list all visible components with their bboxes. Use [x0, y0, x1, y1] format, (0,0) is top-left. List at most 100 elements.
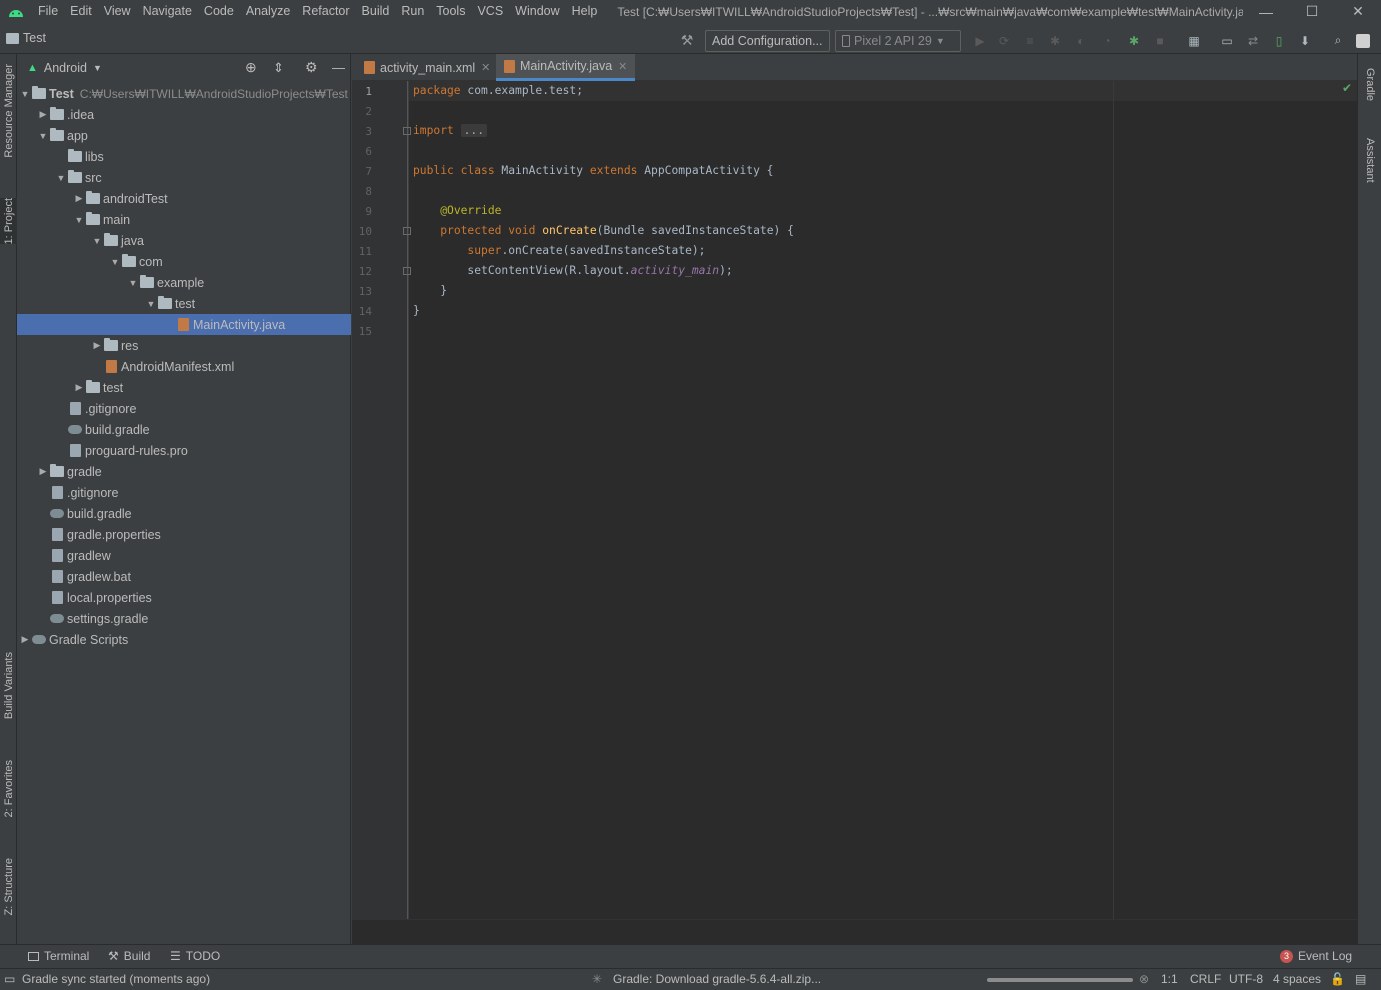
- lock-icon[interactable]: 🔓: [1330, 972, 1345, 986]
- tree-item[interactable]: gradle.properties: [17, 524, 351, 545]
- menu-view[interactable]: View: [98, 0, 137, 23]
- device-manager-icon[interactable]: ▯: [1271, 30, 1287, 51]
- tab-gradle[interactable]: Gradle: [1358, 68, 1381, 101]
- locate-icon[interactable]: ⊕: [245, 59, 257, 76]
- tree-item[interactable]: gradlew: [17, 545, 351, 566]
- fold-marker-icon[interactable]: [403, 267, 411, 275]
- code-line[interactable]: }: [413, 304, 420, 317]
- expand-arrow-down-icon[interactable]: ▼: [37, 130, 49, 142]
- expand-arrow-right-icon[interactable]: ▶: [91, 340, 103, 352]
- add-configuration-button[interactable]: Add Configuration...: [705, 29, 830, 52]
- expand-arrow-down-icon[interactable]: ▼: [55, 172, 67, 184]
- file-encoding[interactable]: UTF-8: [1229, 972, 1263, 986]
- rerun-icon[interactable]: ⟳: [997, 30, 1011, 51]
- breadcrumb-project[interactable]: Test: [23, 31, 46, 45]
- tree-item[interactable]: MainActivity.java: [17, 314, 351, 335]
- menu-tools[interactable]: Tools: [430, 0, 471, 23]
- tab-structure[interactable]: Z: Structure: [0, 858, 17, 915]
- expand-arrow-right-icon[interactable]: ▶: [37, 466, 49, 478]
- menu-code[interactable]: Code: [198, 0, 240, 23]
- expand-arrow-right-icon[interactable]: ▶: [73, 193, 85, 205]
- tree-item[interactable]: ▶ gradle: [17, 461, 351, 482]
- maximize-icon[interactable]: ☐: [1289, 0, 1335, 23]
- avd-manager-icon[interactable]: ▭: [1219, 30, 1235, 51]
- tree-item[interactable]: .gitignore: [17, 398, 351, 419]
- profiler-icon[interactable]: ◔: [1100, 30, 1114, 51]
- status-message[interactable]: Gradle sync started (moments ago): [22, 972, 210, 986]
- tree-item[interactable]: ▼ app: [17, 125, 351, 146]
- run-icon[interactable]: ▶: [973, 30, 987, 51]
- tree-item[interactable]: local.properties: [17, 587, 351, 608]
- menu-build[interactable]: Build: [356, 0, 396, 23]
- collapse-all-icon[interactable]: ⇕: [273, 60, 284, 76]
- expand-arrow-down-icon[interactable]: ▼: [73, 214, 85, 226]
- tab-todo[interactable]: ☰ TODO: [170, 949, 220, 963]
- tree-item[interactable]: build.gradle: [17, 419, 351, 440]
- tree-item[interactable]: ▼ com: [17, 251, 351, 272]
- attach-debugger-icon[interactable]: ✱: [1127, 30, 1141, 51]
- tab-build[interactable]: ⚒ Build: [108, 949, 150, 963]
- sdk-manager-icon[interactable]: ⬇: [1297, 30, 1313, 51]
- code-line[interactable]: import ...: [413, 124, 488, 137]
- tree-item[interactable]: ▶ androidTest: [17, 188, 351, 209]
- tab-terminal[interactable]: Terminal: [28, 949, 89, 963]
- background-task-label[interactable]: Gradle: Download gradle-5.6.4-all.zip...: [613, 972, 821, 986]
- device-selector[interactable]: Pixel 2 API 29 ▼: [835, 29, 961, 52]
- coverage-icon[interactable]: ◐: [1074, 30, 1088, 51]
- tree-item[interactable]: .gitignore: [17, 482, 351, 503]
- menu-window[interactable]: Window: [509, 0, 565, 23]
- tree-item[interactable]: proguard-rules.pro: [17, 440, 351, 461]
- project-structure-icon[interactable]: ▦: [1186, 30, 1202, 51]
- fold-marker-icon[interactable]: [403, 227, 411, 235]
- account-icon[interactable]: [1355, 30, 1371, 51]
- tree-item[interactable]: ▼ java: [17, 230, 351, 251]
- tab-event-log[interactable]: 3 Event Log: [1280, 949, 1352, 963]
- hide-panel-icon[interactable]: —: [332, 60, 345, 75]
- expand-arrow-down-icon[interactable]: ▼: [145, 298, 157, 310]
- tree-item[interactable]: ▼ main: [17, 209, 351, 230]
- tab-project[interactable]: 1: Project: [0, 198, 17, 245]
- menu-edit[interactable]: Edit: [64, 0, 98, 23]
- tool-window-toggle-icon[interactable]: ▭: [4, 972, 15, 986]
- expand-arrow-down-icon[interactable]: ▼: [19, 88, 31, 100]
- code-line[interactable]: public class MainActivity extends AppCom…: [413, 164, 773, 177]
- stop-icon[interactable]: ■: [1153, 30, 1167, 51]
- line-separator[interactable]: CRLF: [1190, 972, 1221, 986]
- breadcrumb[interactable]: Test: [6, 31, 46, 45]
- gear-icon[interactable]: ⚙: [305, 59, 318, 76]
- code-content[interactable]: package com.example.test; import ... publi…: [352, 81, 1357, 919]
- minimize-icon[interactable]: —: [1243, 0, 1289, 23]
- tree-item[interactable]: ▼ src: [17, 167, 351, 188]
- tab-activity-main-xml[interactable]: activity_main.xml ✕: [356, 54, 498, 81]
- tree-item[interactable]: libs: [17, 146, 351, 167]
- memory-indicator-icon[interactable]: ▤: [1355, 972, 1366, 986]
- code-line[interactable]: @Override: [413, 204, 501, 217]
- tree-item[interactable]: ▶ .idea: [17, 104, 351, 125]
- menu-file[interactable]: File: [32, 0, 64, 23]
- tree-item[interactable]: gradlew.bat: [17, 566, 351, 587]
- expand-arrow-down-icon[interactable]: ▼: [127, 277, 139, 289]
- tree-item[interactable]: ▶ res: [17, 335, 351, 356]
- close-icon[interactable]: ✕: [618, 60, 627, 73]
- code-line[interactable]: package com.example.test;: [413, 84, 583, 97]
- expand-arrow-down-icon[interactable]: ▼: [109, 256, 121, 268]
- menu-analyze[interactable]: Analyze: [240, 0, 296, 23]
- tree-item[interactable]: ▼ test: [17, 293, 351, 314]
- expand-arrow-right-icon[interactable]: ▶: [73, 382, 85, 394]
- tree-item[interactable]: ▼ Test C:₩Users₩ITWILL₩AndroidStudioProjec…: [17, 83, 351, 104]
- tab-favorites[interactable]: 2: Favorites: [0, 760, 17, 817]
- menu-navigate[interactable]: Navigate: [137, 0, 198, 23]
- tree-item[interactable]: AndroidManifest.xml: [17, 356, 351, 377]
- hammer-icon[interactable]: ⚒: [678, 30, 696, 51]
- caret-position[interactable]: 1:1: [1161, 972, 1178, 986]
- close-icon[interactable]: ✕: [481, 61, 490, 74]
- tab-assistant[interactable]: Assistant: [1358, 138, 1381, 183]
- code-line[interactable]: protected void onCreate(Bundle savedInst…: [413, 224, 794, 237]
- search-icon[interactable]: ⌕: [1330, 30, 1346, 51]
- menu-refactor[interactable]: Refactor: [296, 0, 355, 23]
- menu-vcs[interactable]: VCS: [471, 0, 509, 23]
- cancel-icon[interactable]: ⊗: [1139, 972, 1149, 986]
- code-line[interactable]: setContentView(R.layout.activity_main);: [413, 264, 732, 277]
- tree-item[interactable]: ▶ Gradle Scripts: [17, 629, 351, 650]
- sync-gradle-icon[interactable]: ⇄: [1245, 30, 1261, 51]
